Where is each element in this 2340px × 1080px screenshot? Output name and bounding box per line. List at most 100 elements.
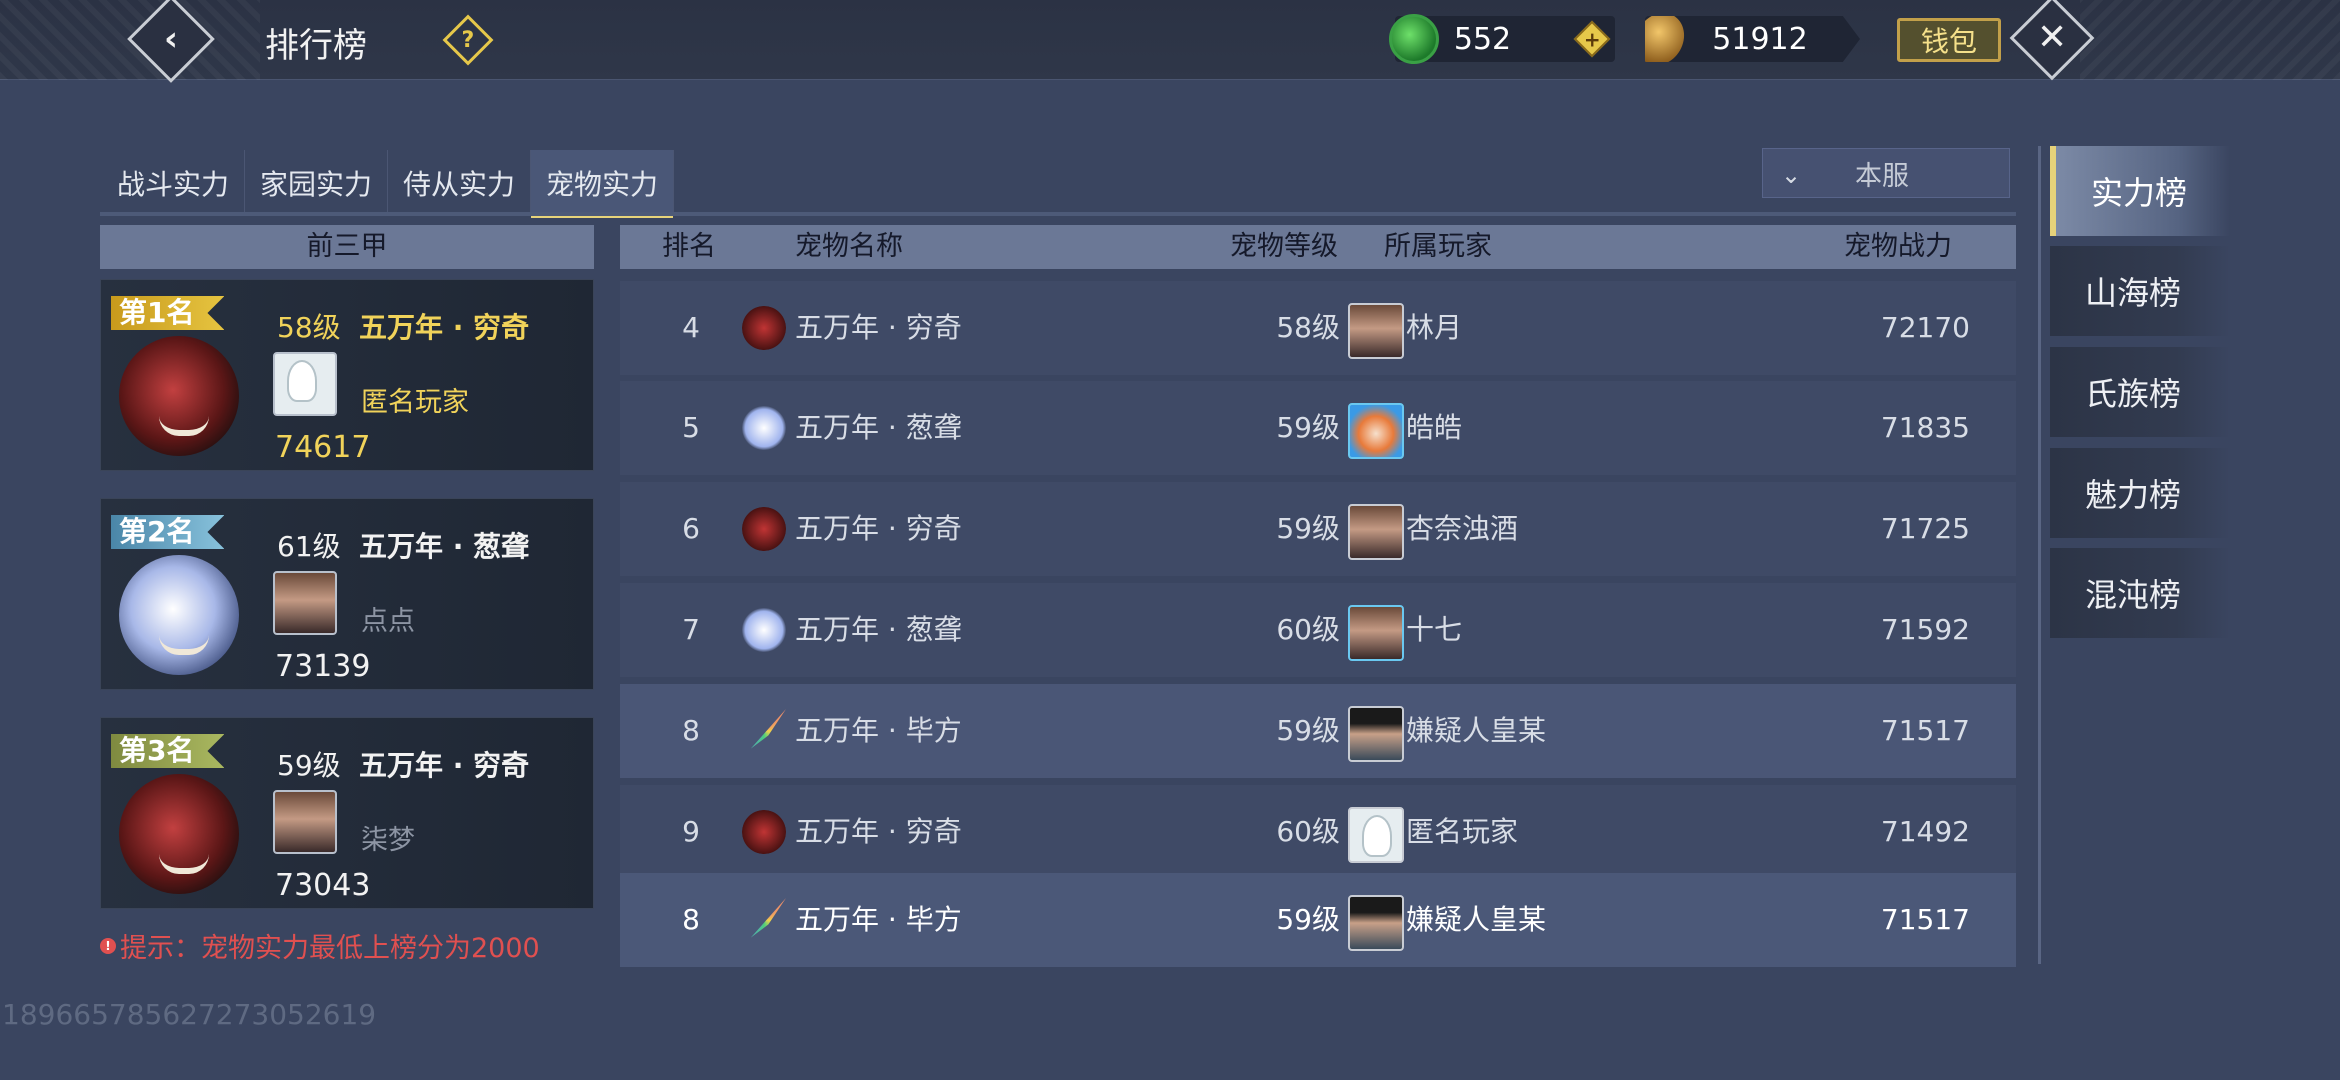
- jade-currency: 552 +: [1389, 14, 1615, 64]
- row-rank: 4: [682, 311, 700, 344]
- row-rank: 8: [682, 714, 700, 747]
- side-item-strength[interactable]: 实力榜: [2050, 146, 2230, 236]
- pet-conglong-icon: [742, 608, 786, 652]
- table-header: 排名 宠物名称 宠物等级 所属玩家 宠物战力: [620, 225, 2016, 269]
- row-pet-level: 60级: [1276, 613, 1340, 646]
- avatar[interactable]: [1348, 895, 1404, 951]
- table-row[interactable]: 4 五万年 · 穷奇 58级 林月 72170: [620, 281, 2016, 375]
- rank-badge: 第1名: [111, 296, 225, 330]
- owner-name: 匿名玩家: [361, 387, 469, 418]
- pet-power: 73043: [275, 868, 371, 903]
- row-rank: 8: [682, 903, 700, 936]
- row-owner: 杏奈浊酒: [1406, 512, 1519, 545]
- wallet-button[interactable]: 钱包: [1897, 18, 2001, 62]
- pet-name: 五万年 · 穷奇: [359, 311, 530, 344]
- row-rank: 5: [682, 411, 700, 444]
- server-select[interactable]: ⌄ 本服: [1762, 148, 2010, 198]
- row-owner: 十七: [1406, 613, 1463, 646]
- row-pet-level: 60级: [1276, 815, 1340, 848]
- row-pet-name: 五万年 · 毕方: [795, 903, 962, 936]
- row-pet-power: 71517: [1880, 714, 1970, 747]
- row-pet-name: 五万年 · 穷奇: [795, 311, 962, 344]
- page-title: 排行榜: [265, 26, 367, 66]
- server-select-value: 本服: [1855, 160, 1909, 192]
- row-pet-power: 71835: [1880, 411, 1970, 444]
- avatar[interactable]: [273, 790, 337, 854]
- back-arrow-icon: ‹: [163, 18, 179, 59]
- pet-level: 61级: [277, 530, 341, 563]
- col-owner: 所属玩家: [1384, 231, 1492, 262]
- side-menu-divider: [2038, 146, 2041, 964]
- avatar[interactable]: [1348, 605, 1404, 661]
- table-row[interactable]: 8 五万年 · 毕方 59级 嫌疑人皇某 71517: [620, 684, 2016, 778]
- add-currency-icon[interactable]: +: [1573, 20, 1611, 58]
- table-row[interactable]: 7 五万年 · 葱聋 60级 十七 71592: [620, 583, 2016, 677]
- close-icon: ✕: [2036, 16, 2068, 58]
- col-pet-level: 宠物等级: [1230, 231, 1338, 262]
- owner-name: 柒梦: [361, 825, 415, 856]
- row-pet-level: 59级: [1276, 411, 1340, 444]
- pet-conglong-icon: [742, 406, 786, 450]
- col-rank: 排名: [662, 231, 716, 262]
- side-item-charm[interactable]: 魅力榜: [2050, 448, 2230, 538]
- row-rank: 6: [682, 512, 700, 545]
- watermark-id: 18966578562727305261​9: [2, 998, 377, 1031]
- top3-card-2[interactable]: 第2名 61级 五万年 · 葱聋 点点 73139: [100, 498, 594, 690]
- side-item-chaos[interactable]: 混沌榜: [2050, 548, 2230, 638]
- pet-power: 74617: [275, 430, 371, 465]
- row-owner: 匿名玩家: [1406, 815, 1519, 848]
- row-pet-name: 五万年 · 毕方: [795, 714, 962, 747]
- tab-home-power[interactable]: 家园实力: [245, 150, 389, 216]
- row-pet-power: 71725: [1880, 512, 1970, 545]
- min-score-hint: ! 提示：宠物实力最低上榜分为2000: [100, 926, 540, 965]
- table-row[interactable]: 5 五万年 · 葱聋 59级 皓皓 71835: [620, 381, 2016, 475]
- row-pet-power: 72170: [1880, 311, 1970, 344]
- side-item-shanhai[interactable]: 山海榜: [2050, 246, 2230, 336]
- tab-battle-power[interactable]: 战斗实力: [102, 150, 246, 216]
- avatar[interactable]: [1348, 807, 1404, 863]
- row-pet-level: 58级: [1276, 311, 1340, 344]
- my-rank-row[interactable]: 8 五万年 · 毕方 59级 嫌疑人皇某 71517: [620, 873, 2016, 967]
- avatar[interactable]: [1348, 706, 1404, 762]
- pet-qiongqi-icon: [742, 810, 786, 854]
- coin-amount: 51912: [1712, 21, 1808, 57]
- row-rank: 9: [682, 815, 700, 848]
- category-tabs: 战斗实力 家园实力 侍从实力 宠物实力: [102, 150, 675, 218]
- pet-conglong-image: [119, 555, 239, 675]
- warning-icon: !: [100, 937, 116, 954]
- row-owner: 嫌疑人皇某: [1406, 903, 1547, 936]
- row-rank: 7: [682, 613, 700, 646]
- row-pet-power: 71517: [1880, 903, 1970, 936]
- row-pet-power: 71592: [1880, 613, 1970, 646]
- coin-currency: 51912: [1645, 16, 1860, 62]
- table-row[interactable]: 9 五万年 · 穷奇 60级 匿名玩家 71492: [620, 785, 2016, 879]
- row-pet-power: 71492: [1880, 815, 1970, 848]
- owner-name: 点点: [361, 606, 415, 637]
- avatar[interactable]: [273, 571, 337, 635]
- pet-qiongqi-image: [119, 336, 239, 456]
- avatar[interactable]: [273, 352, 337, 416]
- col-pet-name: 宠物名称: [795, 231, 903, 262]
- pet-level: 58级: [277, 311, 341, 344]
- tab-attendant-power[interactable]: 侍从实力: [388, 150, 532, 216]
- rank-badge: 第3名: [111, 734, 225, 768]
- row-owner: 嫌疑人皇某: [1406, 714, 1547, 747]
- rank-badge: 第2名: [111, 515, 225, 549]
- side-item-clan[interactable]: 氏族榜: [2050, 347, 2230, 437]
- top3-header: 前三甲: [100, 225, 594, 269]
- chevron-down-icon: ⌄: [1781, 161, 1802, 189]
- avatar[interactable]: [1348, 403, 1404, 459]
- pet-name: 五万年 · 葱聋: [359, 530, 530, 563]
- top3-card-1[interactable]: 第1名 58级 五万年 · 穷奇 匿名玩家 74617: [100, 279, 594, 471]
- table-row[interactable]: 6 五万年 · 穷奇 59级 杏奈浊酒 71725: [620, 482, 2016, 576]
- top3-card-3[interactable]: 第3名 59级 五万年 · 穷奇 柒梦 73043: [100, 717, 594, 909]
- tabs-divider: [100, 212, 2016, 216]
- pet-name: 五万年 · 穷奇: [359, 749, 530, 782]
- row-owner: 林月: [1406, 311, 1463, 344]
- row-owner: 皓皓: [1406, 411, 1463, 444]
- tab-pet-power[interactable]: 宠物实力: [531, 150, 675, 218]
- row-pet-level: 59级: [1276, 903, 1340, 936]
- avatar[interactable]: [1348, 303, 1404, 359]
- avatar[interactable]: [1348, 504, 1404, 560]
- col-pet-power: 宠物战力: [1844, 231, 1952, 262]
